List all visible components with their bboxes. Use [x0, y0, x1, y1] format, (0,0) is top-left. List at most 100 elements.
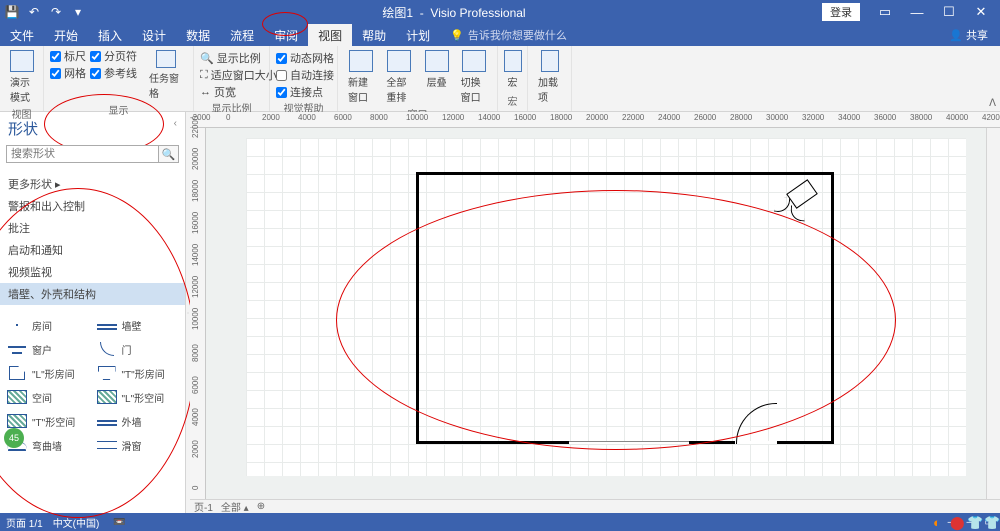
shape-stencil-item[interactable]: 空间 — [4, 387, 92, 407]
shapes-panel-title: 形状‹ — [0, 112, 185, 143]
tab-review[interactable]: 审阅 — [264, 24, 308, 47]
fit-window-button[interactable]: ⛶ 适应窗口大小 — [200, 67, 263, 83]
page-tab[interactable]: 页-1 — [194, 499, 213, 514]
shape-stencil-item[interactable]: "L"形空间 — [94, 387, 182, 407]
tray-icon[interactable]: 👕 — [984, 515, 998, 531]
presentation-mode-button[interactable]: 演示模式 — [6, 48, 37, 106]
drawing-canvas[interactable] — [206, 128, 986, 499]
tab-home[interactable]: 开始 — [44, 24, 88, 47]
check-guides[interactable]: 参考线 — [90, 65, 137, 81]
check-auto-connect[interactable]: 自动连接 — [276, 67, 331, 83]
door-shape[interactable] — [735, 441, 777, 444]
shape-icon — [97, 441, 117, 449]
shape-stencil-item[interactable]: "L"形房间 — [4, 363, 92, 383]
page-tabs-bar: 页-1 全部 ▴ ⊕ — [190, 499, 1000, 513]
presentation-icon — [10, 50, 34, 72]
zoom-button[interactable]: 🔍 显示比例 — [200, 50, 263, 66]
group-label-macro: 宏 — [504, 93, 521, 109]
search-icon[interactable]: 🔍 — [159, 145, 179, 163]
new-window-icon — [349, 50, 373, 72]
more-shapes-link[interactable]: 更多形状 ▸ — [8, 173, 177, 195]
shape-stencil-item[interactable]: 滑窗 — [94, 435, 182, 455]
category-item[interactable]: 视频监视 — [8, 261, 177, 283]
menu-tabs: 文件 开始 插入 设计 数据 流程 审阅 视图 帮助 计划 💡 告诉我你想要做什… — [0, 24, 1000, 46]
ribbon-display-icon[interactable]: ▭ — [870, 2, 900, 22]
tray-icon[interactable]: ◐ — [933, 515, 947, 531]
system-tray: ◐ ⬤ 👕 👕 — [933, 515, 998, 531]
check-page-breaks[interactable]: 分页符 — [90, 48, 137, 64]
shape-icon — [98, 366, 116, 380]
macros-button[interactable]: 宏 — [504, 48, 521, 91]
redo-icon[interactable]: ↷ — [48, 4, 64, 20]
all-pages-tab[interactable]: 全部 ▴ — [221, 499, 249, 514]
tab-help[interactable]: 帮助 — [352, 24, 396, 47]
cascade-button[interactable]: 层叠 — [421, 48, 453, 91]
ribbon: 演示模式 视图 标尺 网格 分页符 参考线 任务窗格 显示 🔍 显示比例 ⛶ 适… — [0, 46, 1000, 112]
tab-insert[interactable]: 插入 — [88, 24, 132, 47]
badge-count: 45 — [4, 428, 24, 448]
cascade-icon — [425, 50, 449, 72]
page-indicator: 页面 1/1 — [6, 515, 43, 530]
shape-icon — [7, 390, 27, 404]
shape-icon — [8, 346, 26, 352]
shape-icon — [9, 366, 25, 380]
minimize-icon[interactable]: — — [902, 2, 932, 22]
addins-icon — [541, 50, 559, 72]
chevron-left-icon[interactable]: ‹ — [174, 118, 177, 129]
bulb-icon: 💡 — [450, 29, 464, 42]
login-button[interactable]: 登录 — [822, 3, 860, 21]
tab-process[interactable]: 流程 — [220, 24, 264, 47]
shape-icon — [100, 342, 114, 356]
shape-stencil-item[interactable]: 门 — [94, 339, 182, 359]
page-width-button[interactable]: ↔ 页宽 — [200, 84, 263, 100]
shape-stencil-item[interactable]: 窗户 — [4, 339, 92, 359]
tray-icon[interactable]: ⬤ — [950, 515, 964, 531]
task-panes-icon — [156, 50, 176, 68]
shape-stencil-item[interactable]: 外墙 — [94, 411, 182, 431]
tell-me-search[interactable]: 💡 告诉我你想要做什么 — [450, 27, 567, 43]
shapes-search-input[interactable] — [6, 145, 159, 163]
arrange-all-button[interactable]: 全部重排 — [382, 48, 416, 106]
shape-stencil-item[interactable]: "T"形房间 — [94, 363, 182, 383]
tab-data[interactable]: 数据 — [176, 24, 220, 47]
switch-windows-button[interactable]: 切换窗口 — [457, 48, 491, 106]
ruler-horizontal: -200002000400060008000100001200014000160… — [190, 112, 1000, 128]
camera-shape[interactable] — [786, 179, 818, 209]
shape-stencil-grid: 房间墙壁窗户门"L"形房间"T"形房间空间"L"形空间"T"形空间外墙弯曲墙滑窗 — [0, 309, 185, 461]
check-grid[interactable]: 网格 — [50, 65, 86, 81]
category-item[interactable]: 批注 — [8, 217, 177, 239]
annotation-oval-canvas — [336, 190, 896, 450]
add-page-icon[interactable]: ⊕ — [257, 501, 265, 512]
tab-file[interactable]: 文件 — [0, 24, 44, 47]
maximize-icon[interactable]: ☐ — [934, 2, 964, 22]
shape-icon — [97, 324, 117, 326]
share-button[interactable]: 👤 共享 — [949, 27, 988, 43]
undo-icon[interactable]: ↶ — [26, 4, 42, 20]
arrange-icon — [387, 50, 411, 72]
titlebar: 💾 ↶ ↷ ▾ 绘图1 - Visio Professional 登录 ▭ — … — [0, 0, 1000, 24]
close-icon[interactable]: ✕ — [966, 2, 996, 22]
language-indicator[interactable]: 中文(中国) — [53, 515, 100, 530]
addins-button[interactable]: 加载项 — [534, 48, 565, 106]
task-panes-button[interactable]: 任务窗格 — [145, 48, 187, 102]
tab-plan[interactable]: 计划 — [396, 24, 440, 47]
shape-icon — [16, 324, 18, 326]
shape-stencil-item[interactable]: 房间 — [4, 315, 92, 335]
save-icon[interactable]: 💾 — [4, 4, 20, 20]
category-item[interactable]: 警报和出入控制 — [8, 195, 177, 217]
category-item-selected[interactable]: 墙壁、外壳和结构 — [0, 283, 185, 305]
new-window-button[interactable]: 新建窗口 — [344, 48, 378, 106]
shape-stencil-item[interactable]: 墙壁 — [94, 315, 182, 335]
category-item[interactable]: 启动和通知 — [8, 239, 177, 261]
ribbon-collapse-icon[interactable]: ᐱ — [989, 98, 996, 109]
tab-design[interactable]: 设计 — [132, 24, 176, 47]
scrollbar-vertical[interactable] — [986, 128, 1000, 499]
tray-icon[interactable]: 👕 — [967, 515, 981, 531]
tab-view[interactable]: 视图 — [308, 24, 352, 47]
macros-icon — [504, 50, 522, 72]
shape-icon — [97, 390, 117, 404]
check-connection-points[interactable]: 连接点 — [276, 84, 331, 100]
check-dynamic-grid[interactable]: 动态网格 — [276, 50, 331, 66]
check-ruler[interactable]: 标尺 — [50, 48, 86, 64]
qat-dropdown-icon[interactable]: ▾ — [70, 4, 86, 20]
